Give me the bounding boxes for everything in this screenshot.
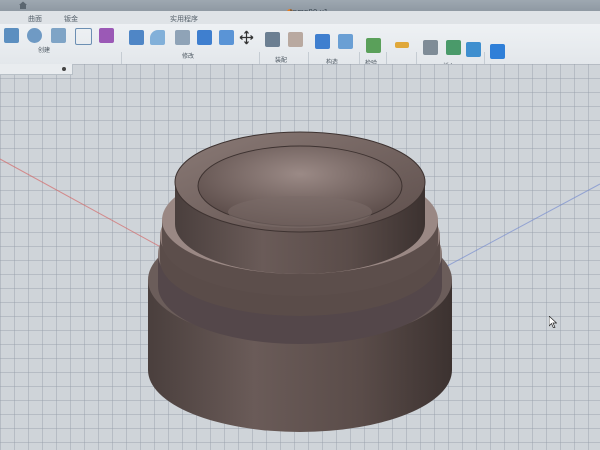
press-pull-icon[interactable] [129, 30, 144, 45]
model-scene [0, 131, 600, 432]
new-component-icon[interactable] [265, 32, 280, 47]
offset-plane-icon[interactable] [315, 34, 330, 49]
tab-row: 曲面 钣金 实用程序 [0, 11, 600, 24]
tab-utilities[interactable]: 实用程序 [170, 14, 198, 24]
insert-canvas-icon[interactable] [466, 42, 481, 57]
loft-tool-icon[interactable] [51, 28, 66, 43]
tab-sheet-metal[interactable]: 钣金 [64, 14, 78, 24]
select-tool-icon[interactable] [490, 44, 505, 59]
revolve-tool-icon[interactable] [27, 28, 42, 43]
interference-icon[interactable] [395, 42, 409, 48]
move-icon[interactable] [239, 30, 254, 45]
group-create-label[interactable]: 创建 [38, 45, 50, 54]
scale-icon[interactable] [219, 30, 234, 45]
box-tool-icon[interactable] [4, 28, 19, 43]
create-form-icon[interactable] [99, 28, 114, 43]
combine-icon[interactable] [197, 30, 212, 45]
insert-mesh-icon[interactable] [446, 40, 461, 55]
tab-surface[interactable]: 曲面 [28, 14, 42, 24]
measure-icon[interactable] [366, 38, 381, 53]
shell-icon[interactable] [175, 30, 190, 45]
group-assemble-label[interactable]: 装配 [275, 55, 287, 64]
canvas-viewport[interactable] [0, 64, 600, 450]
insert-derive-icon[interactable] [423, 40, 438, 55]
panel-pin-icon[interactable] [62, 67, 66, 71]
browser-panel-strip[interactable] [0, 64, 73, 75]
ribbon-toolbar [0, 24, 600, 84]
group-modify-label[interactable]: 修改 [182, 51, 194, 60]
fillet-icon[interactable] [150, 30, 165, 45]
joint-icon[interactable] [288, 32, 303, 47]
plane-at-angle-icon[interactable] [338, 34, 353, 49]
home-icon[interactable] [18, 1, 28, 9]
inner-bore-floor [228, 196, 372, 228]
sketch-tool-icon[interactable] [75, 28, 92, 45]
cursor-icon [549, 316, 557, 328]
